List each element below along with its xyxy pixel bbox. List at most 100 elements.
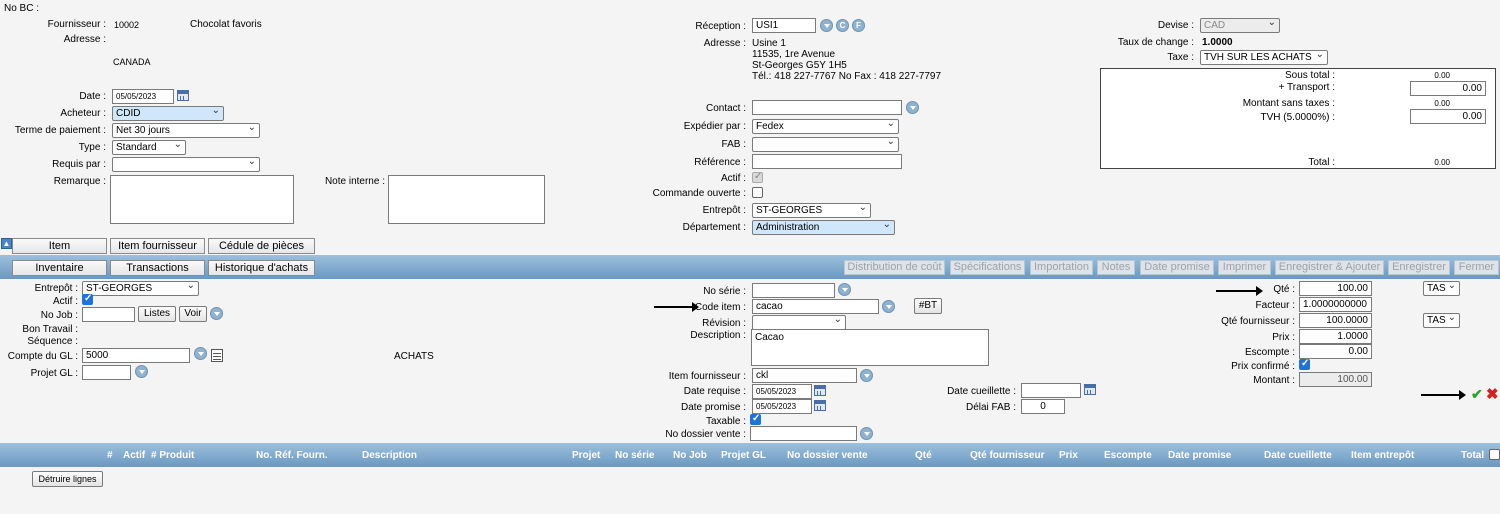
item-fourn-label: Item fournisseur :	[668, 371, 746, 382]
date-cueillette-calendar-icon[interactable]	[1084, 384, 1096, 395]
no-serie-input[interactable]	[752, 283, 835, 298]
facteur-input[interactable]: 1.0000000000	[1299, 297, 1372, 312]
montant-input: 100.00	[1299, 372, 1372, 387]
escompte-input[interactable]: 0.00	[1299, 344, 1372, 359]
taxable-checkbox[interactable]	[750, 413, 761, 425]
fournisseur-label: Fournisseur :	[47, 19, 106, 30]
date-input[interactable]: 05/05/2023	[112, 89, 174, 104]
remarque-label: Remarque :	[53, 176, 106, 187]
annotation-arrow-actions	[1421, 390, 1466, 400]
expedier-select[interactable]: Fedex	[752, 119, 899, 134]
projet-gl-input[interactable]	[82, 365, 131, 380]
date-promise-button[interactable]: Date promise	[1140, 260, 1214, 275]
escompte-label: Escompte :	[1244, 347, 1295, 358]
date-requise-calendar-icon[interactable]	[814, 385, 826, 396]
compte-gl-dropdown-icon[interactable]	[194, 347, 207, 360]
notepad-icon[interactable]	[211, 349, 223, 362]
fermer-button[interactable]: Fermer	[1454, 260, 1499, 275]
no-dossier-dropdown-icon[interactable]	[860, 427, 873, 440]
entrepot-select[interactable]: ST-GEORGES	[752, 203, 871, 218]
no-dossier-input[interactable]	[750, 426, 857, 441]
compte-gl-input[interactable]: 5000	[82, 348, 190, 363]
notes-button[interactable]: Notes	[1097, 260, 1135, 275]
prix-input[interactable]: 1.0000	[1299, 329, 1372, 344]
imprimer-button[interactable]: Imprimer	[1218, 260, 1271, 275]
reference-input[interactable]	[752, 154, 902, 169]
qte-label: Qté :	[1273, 284, 1295, 295]
note-interne-textarea[interactable]	[388, 175, 545, 224]
requis-label: Requis par :	[52, 159, 106, 170]
enregistrer-ajouter-button[interactable]: Enregistrer & Ajouter	[1275, 260, 1384, 275]
importation-button[interactable]: Importation	[1030, 260, 1093, 275]
accept-check-icon[interactable]: ✔	[1471, 386, 1483, 403]
distribution-cout-button[interactable]: Distribution de coût	[844, 260, 945, 275]
addr-line-1: Usine 1	[752, 38, 786, 49]
devise-select[interactable]: CAD	[1200, 18, 1280, 33]
qte-fourn-input[interactable]: 100.0000	[1299, 313, 1372, 328]
taxable-label: Taxable :	[705, 416, 746, 427]
description-textarea[interactable]: Cacao	[751, 329, 989, 366]
date-cueillette-input[interactable]	[1021, 383, 1081, 398]
specifications-button[interactable]: Spécifications	[950, 260, 1025, 275]
remarque-textarea[interactable]	[110, 175, 294, 224]
item-entrepot-select[interactable]: ST-GEORGES	[82, 281, 199, 296]
cancel-x-icon[interactable]: ✖	[1486, 385, 1499, 403]
item-fourn-input[interactable]: ckl	[752, 368, 857, 383]
calendar-icon[interactable]	[177, 90, 189, 101]
commande-ouverte-checkbox[interactable]	[752, 187, 763, 198]
delai-fab-input[interactable]: 0	[1021, 399, 1065, 414]
description-label: Description :	[690, 330, 746, 341]
type-select[interactable]: Standard	[112, 140, 186, 155]
item-actif-checkbox[interactable]	[82, 293, 93, 305]
voir-button[interactable]: Voir	[179, 306, 207, 322]
transport-input[interactable]: 0.00	[1410, 81, 1486, 96]
tab-transactions[interactable]: Transactions	[110, 260, 205, 276]
col-ref-fourn: No. Réf. Fourn.	[256, 450, 328, 461]
reception-dropdown-icon[interactable]	[820, 19, 833, 32]
detruire-lignes-button[interactable]: Détruire lignes	[32, 471, 103, 487]
item-fourn-dropdown-icon[interactable]	[860, 369, 873, 382]
tab-item-fournisseur[interactable]: Item fournisseur	[110, 238, 205, 254]
projet-gl-dropdown-icon[interactable]	[135, 365, 148, 378]
prix-confirme-checkbox[interactable]	[1299, 358, 1310, 370]
revision-select[interactable]	[752, 315, 846, 330]
code-item-input[interactable]: cacao	[752, 299, 879, 314]
qte-fourn-unit-select[interactable]: TAS	[1423, 313, 1460, 328]
enregistrer-button[interactable]: Enregistrer	[1388, 260, 1450, 275]
reception-f-icon[interactable]: F	[852, 19, 865, 32]
tvh-input[interactable]: 0.00	[1410, 109, 1486, 124]
no-serie-dropdown-icon[interactable]	[838, 283, 851, 296]
contact-dropdown-icon[interactable]	[906, 101, 919, 114]
tab-cedule-pieces[interactable]: Cédule de pièces	[208, 238, 315, 254]
listes-button[interactable]: Listes	[138, 306, 176, 322]
taxe-select[interactable]: TVH SUR LES ACHATS	[1200, 50, 1328, 65]
nojob-input[interactable]	[82, 307, 135, 322]
reception-input[interactable]: USI1	[752, 18, 816, 33]
fab-select[interactable]	[752, 137, 899, 152]
qte-unit-select[interactable]: TAS	[1423, 281, 1460, 296]
nojob-dropdown-icon[interactable]	[210, 307, 223, 320]
tab-historique-achats[interactable]: Historique d'achats	[208, 260, 315, 276]
bt-button[interactable]: #BT	[914, 298, 942, 314]
date-promise-label: Date promise :	[680, 402, 746, 413]
date-requise-label: Date requise :	[683, 386, 746, 397]
code-item-dropdown-icon[interactable]	[882, 300, 895, 313]
col-escompte: Escompte	[1104, 450, 1152, 461]
collapse-up-icon[interactable]: ▲	[1, 238, 12, 249]
tab-inventaire[interactable]: Inventaire	[12, 260, 107, 276]
col-item-entrepot: Item entrepôt	[1351, 450, 1415, 461]
date-requise-input[interactable]: 05/05/2023	[752, 384, 812, 399]
date-cueillette-label: Date cueillette :	[947, 386, 1016, 397]
date-promise-input[interactable]: 05/05/2023	[752, 399, 812, 414]
terme-select[interactable]: Net 30 jours	[112, 123, 260, 138]
departement-select[interactable]: Administration	[752, 220, 895, 235]
acheteur-select[interactable]: CDID	[112, 106, 224, 121]
requis-select[interactable]	[112, 157, 260, 172]
tab-item[interactable]: Item	[12, 238, 107, 254]
actif-checkbox[interactable]	[752, 171, 763, 183]
reception-c-icon[interactable]: C	[836, 19, 849, 32]
contact-input[interactable]	[752, 100, 902, 115]
date-promise-calendar-icon[interactable]	[814, 400, 826, 411]
qte-input[interactable]: 100.00	[1299, 281, 1372, 296]
select-all-checkbox[interactable]	[1489, 449, 1500, 460]
